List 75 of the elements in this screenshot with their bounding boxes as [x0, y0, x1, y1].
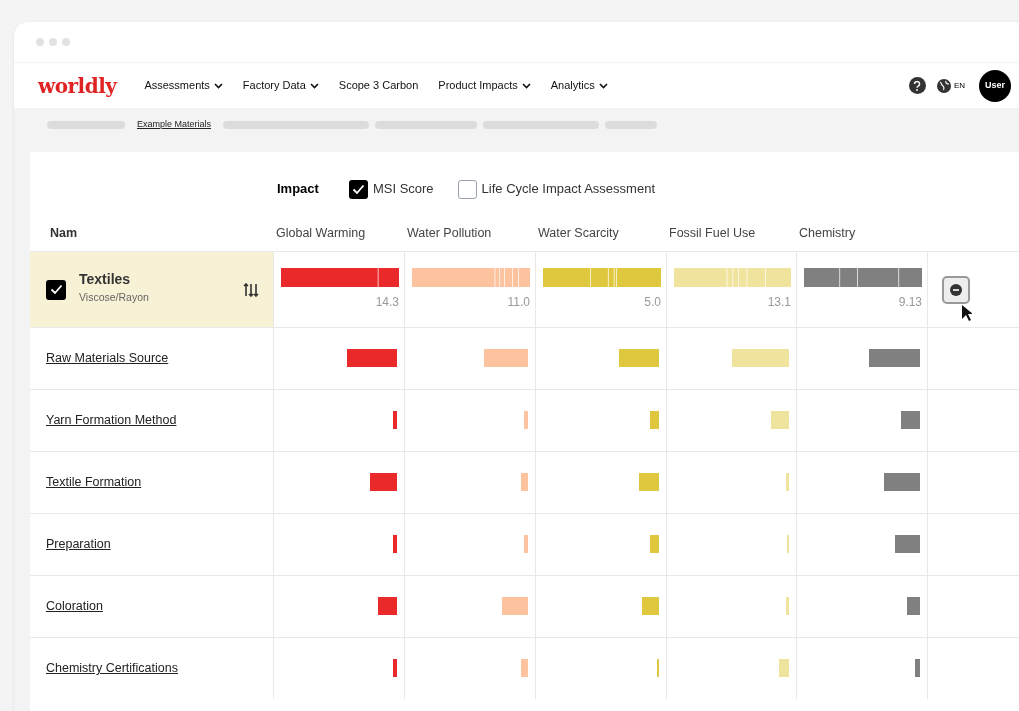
impact-bar	[521, 473, 528, 491]
checkbox[interactable]	[46, 279, 66, 300]
column-header: Water Pollution	[407, 225, 492, 242]
row-link[interactable]: Raw Materials Source	[46, 349, 169, 368]
impact-bar	[393, 411, 397, 429]
chevron-down-icon	[309, 82, 319, 89]
score-value: 5.0	[644, 294, 661, 311]
chevron-down-icon	[598, 82, 608, 89]
impact-bar	[642, 597, 659, 615]
logo[interactable]: worldly	[38, 70, 117, 101]
impact-bar	[502, 597, 528, 615]
impact-bar	[650, 411, 659, 429]
language-label[interactable]: EN	[953, 79, 965, 92]
impact-bar	[521, 659, 528, 677]
nav-menu[interactable]: Analytics	[550, 77, 608, 94]
globe-icon[interactable]	[935, 77, 952, 94]
collapse-button[interactable]	[942, 275, 970, 304]
score-value: 13.1	[767, 294, 791, 311]
impact-bar	[779, 659, 789, 677]
nav-menu[interactable]: Product Impacts	[438, 77, 531, 94]
impact-bar	[895, 535, 920, 553]
impact-bar	[619, 349, 659, 367]
nav-menu[interactable]: Assessments	[144, 77, 223, 94]
impact-bar	[771, 411, 789, 429]
row-link[interactable]: Chemistry Certifications	[46, 659, 178, 678]
row-link[interactable]: Coloration	[46, 597, 103, 616]
impact-bar	[524, 411, 528, 429]
check-icon	[351, 183, 365, 195]
score-value: 9.13	[898, 294, 922, 311]
impact-bar	[732, 349, 789, 367]
row-link[interactable]: Yarn Formation Method	[46, 411, 177, 430]
column-header: Nam	[50, 225, 78, 242]
chevron-down-icon	[213, 82, 223, 89]
column-header: Fossil Fuel Use	[669, 225, 756, 242]
impact-bar	[639, 473, 659, 491]
breadcrumb-link[interactable]: Example Materials	[137, 118, 212, 132]
sort-icon[interactable]	[243, 282, 259, 297]
impact-bar	[650, 535, 659, 553]
user-avatar[interactable]: User	[979, 69, 1011, 102]
checkbox[interactable]	[457, 179, 477, 199]
impact-bar	[347, 349, 397, 367]
impact-bar	[393, 659, 397, 677]
impact-bar	[378, 597, 397, 615]
check-icon	[49, 284, 63, 295]
minus-icon	[950, 283, 962, 296]
impact-bar	[901, 411, 920, 429]
impact-bar	[786, 597, 789, 615]
score-value: 11.0	[507, 294, 530, 311]
summary-subtitle: Viscose/Rayon	[79, 290, 149, 306]
impact-bar	[884, 473, 920, 491]
nav-menu[interactable]: Factory Data	[242, 77, 319, 94]
impact-option[interactable]: Life Cycle Impact Assessment	[457, 179, 655, 199]
impact-bar	[484, 349, 528, 367]
row-link[interactable]: Textile Formation	[46, 473, 142, 492]
impact-option[interactable]: MSI Score	[348, 179, 434, 199]
row-link[interactable]: Preparation	[46, 535, 111, 554]
summary-title: Textiles	[79, 270, 132, 290]
chevron-down-icon	[521, 82, 531, 89]
impact-bar	[869, 349, 920, 367]
impact-bar	[786, 473, 789, 491]
score-value: 14.3	[375, 294, 399, 311]
cursor-icon	[962, 304, 972, 321]
impact-bar	[915, 659, 920, 677]
summary-row-cell[interactable]: Textiles Viscose/Rayon	[30, 251, 273, 327]
impact-bar	[524, 535, 528, 553]
nav-menu[interactable]: Scope 3 Carbon	[338, 77, 419, 94]
impact-bar	[907, 597, 920, 615]
impact-label: Impact	[277, 180, 319, 199]
impact-bar	[393, 535, 397, 553]
column-header: Water Scarcity	[538, 225, 619, 242]
column-header: Global Warming	[276, 225, 366, 242]
column-header: Chemistry	[799, 225, 856, 242]
checkbox[interactable]	[348, 179, 368, 199]
impact-bar	[370, 473, 397, 491]
help-icon[interactable]	[908, 77, 926, 94]
